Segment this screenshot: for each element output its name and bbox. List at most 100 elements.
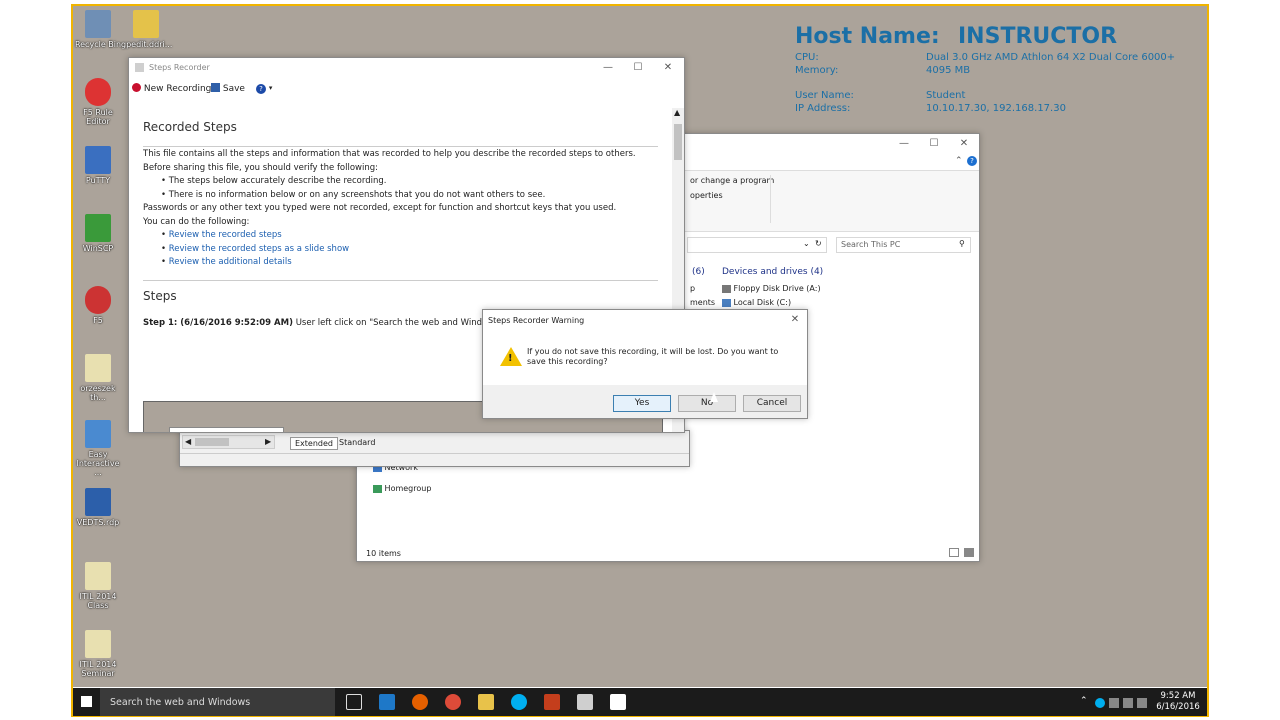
yes-button[interactable]: Yes	[613, 395, 671, 412]
drive-floppy[interactable]: Floppy Disk Drive (A:)	[722, 284, 821, 293]
minimize-button[interactable]: —	[593, 58, 623, 78]
scroll-left-icon[interactable]: ◀	[185, 437, 191, 446]
scroll-right-icon[interactable]: ▶	[265, 437, 271, 446]
link-additional-details[interactable]: • Review the additional details	[143, 256, 663, 270]
skype-icon[interactable]	[511, 694, 527, 710]
f5-rule-editor-icon	[85, 78, 111, 106]
new-recording-button[interactable]: New Recording	[132, 83, 211, 94]
status-bar	[180, 453, 689, 466]
folder-fragment[interactable]: p	[690, 284, 695, 293]
floppy-drive-icon	[722, 284, 731, 293]
desktop-icon-easy-interactive[interactable]: Easy Interactive ...	[73, 420, 123, 477]
firefox-icon[interactable]	[412, 694, 428, 710]
desktop-icon-recycle-bin[interactable]: Recycle Bin	[73, 10, 123, 49]
start-button[interactable]	[73, 688, 100, 716]
taskbar-search[interactable]: Search the web and Windows	[100, 688, 335, 716]
maximize-button[interactable]: ☐	[623, 58, 653, 78]
search-box[interactable]: Search This PC ⚲	[836, 237, 971, 253]
mouse-cursor-icon	[710, 392, 718, 402]
desktop-icon-gpedit[interactable]: gpedit.ddri...	[121, 10, 172, 49]
details-view-icon[interactable]	[949, 548, 959, 557]
desktop-icon-itil-class[interactable]: ITIL 2014 Class	[73, 562, 123, 610]
remote-desktop-icon	[85, 488, 111, 516]
help-icon[interactable]: ?	[967, 156, 977, 166]
search-icon: ⚲	[959, 239, 965, 248]
tab-extended[interactable]: Extended	[290, 437, 338, 450]
steps-recorder-warning-dialog[interactable]: Steps Recorder Warning ✕ ! If you do not…	[482, 309, 808, 419]
desktop-icon-f5[interactable]: F5	[73, 286, 123, 325]
link-review-steps[interactable]: • Review the recorded steps	[143, 229, 663, 243]
close-button[interactable]: ✕	[949, 134, 979, 154]
skype-tray-icon[interactable]	[1095, 698, 1105, 708]
heading-rule	[143, 146, 658, 147]
refresh-icon[interactable]: ↻	[815, 239, 822, 248]
powerpoint-icon[interactable]	[544, 694, 560, 710]
dialog-close-button[interactable]: ✕	[783, 310, 807, 330]
volume-tray-icon[interactable]	[1123, 698, 1133, 708]
memory-value: 4095 MB	[926, 65, 971, 76]
drive-local-c[interactable]: Local Disk (C:)	[722, 298, 791, 307]
cpu-label: CPU:	[795, 52, 819, 63]
desktop-icon-f5-rule-editor[interactable]: F5 Rule Editor	[73, 78, 123, 126]
chevron-up-icon[interactable]: ⌃	[955, 156, 963, 166]
cpu-value: Dual 3.0 GHz AMD Athlon 64 X2 Dual Core …	[926, 52, 1176, 63]
warning-exclamation: !	[508, 353, 513, 364]
help-dropdown-button[interactable]: ? ▾	[256, 83, 272, 94]
desktop-icon-orzeszek[interactable]: orzeszek th...	[73, 354, 123, 402]
show-hidden-icons-icon[interactable]: ⌃	[1080, 696, 1088, 706]
edge-icon[interactable]	[379, 694, 395, 710]
task-view-icon[interactable]	[346, 694, 362, 710]
passwords-note: Passwords or any other text you typed we…	[143, 203, 617, 213]
message-tray-icon[interactable]	[1137, 698, 1147, 708]
user-name-value: Student	[926, 90, 966, 101]
clock-date: 6/16/2016	[1156, 702, 1200, 712]
scroll-thumb[interactable]	[674, 124, 682, 160]
desktop-icon-putty[interactable]: PuTTY	[73, 146, 123, 185]
ribbon-system-properties[interactable]: operties	[690, 191, 723, 200]
recorded-steps-heading: Recorded Steps	[143, 120, 237, 134]
homegroup-icon	[373, 484, 382, 493]
save-button[interactable]: Save	[211, 83, 245, 94]
scroll-up-icon[interactable]: ▲	[674, 108, 680, 117]
nav-item-homegroup[interactable]: Homegroup	[373, 484, 431, 493]
f5-icon	[85, 286, 111, 314]
host-name-value: INSTRUCTOR	[958, 24, 1118, 49]
taskbar-search-input[interactable]: Search the web and Windows	[110, 697, 250, 708]
save-icon	[211, 83, 220, 92]
document-icon	[85, 354, 111, 382]
search-input[interactable]: Search This PC	[841, 240, 900, 249]
toolbar: New Recording Save ? ▾	[129, 80, 684, 100]
file-icon	[133, 10, 159, 38]
no-button[interactable]: No	[678, 395, 736, 412]
network-tray-icon[interactable]	[1109, 698, 1119, 708]
link-slide-show[interactable]: • Review the recorded steps as a slide s…	[143, 243, 663, 257]
address-bar[interactable]: ⌄ ↻	[687, 237, 827, 253]
devices-heading[interactable]: Devices and drives (4)	[722, 267, 823, 277]
horizontal-scrollbar[interactable]: ◀ ▶	[182, 435, 275, 449]
ribbon-uninstall-program[interactable]: or change a program	[690, 176, 774, 185]
minimize-button[interactable]: —	[889, 134, 919, 154]
chrome-icon[interactable]	[445, 694, 461, 710]
maximize-button[interactable]: ☐	[919, 134, 949, 154]
recycle-bin-icon	[85, 10, 111, 38]
desktop-icon-itil-seminar[interactable]: ITIL 2014 Seminar	[73, 630, 123, 678]
document-icon	[85, 630, 111, 658]
steps-recorder-taskbar-icon[interactable]	[577, 694, 593, 710]
large-icons-view-icon[interactable]	[964, 548, 974, 557]
chevron-down-icon[interactable]: ⌄	[803, 239, 810, 248]
file-explorer-icon[interactable]	[478, 694, 494, 710]
steps-rule	[143, 279, 658, 281]
thumbnail-window	[169, 427, 284, 432]
scroll-thumb[interactable]	[195, 438, 229, 446]
taskbar-clock[interactable]: 9:52 AM 6/16/2016	[1151, 691, 1205, 713]
steps-heading: Steps	[143, 288, 177, 303]
cancel-button[interactable]: Cancel	[743, 395, 801, 412]
tab-standard[interactable]: Standard	[335, 437, 379, 450]
notepad-icon[interactable]	[610, 694, 626, 710]
folder-fragment[interactable]: ments	[690, 298, 715, 307]
desktop-icon-winscp[interactable]: WinSCP	[73, 214, 123, 253]
desktop-icon-vedts[interactable]: VEDTS.rdp	[73, 488, 123, 527]
close-button[interactable]: ✕	[653, 58, 683, 78]
dropdown-arrow-icon: ▾	[268, 84, 273, 92]
background-window[interactable]: ◀ ▶ Extended Standard	[179, 430, 690, 467]
